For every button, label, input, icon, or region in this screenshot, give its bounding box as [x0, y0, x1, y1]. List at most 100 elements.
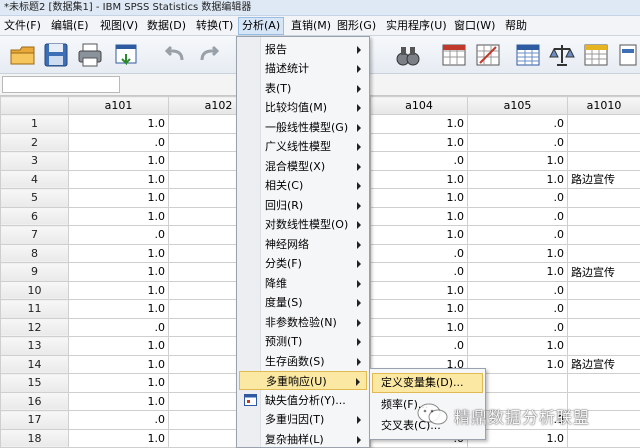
table-cell[interactable]: 1.0 [467, 151, 568, 171]
table-cell[interactable]: 1.0 [370, 225, 468, 245]
analyze-menu-item[interactable]: 度量(S) [239, 293, 367, 312]
table-cell[interactable]: 1.0 [370, 188, 468, 208]
row-number[interactable]: 1 [0, 114, 69, 134]
analyze-menu-item[interactable]: 神经网络 [239, 235, 367, 254]
table-cell[interactable]: 路边宣传 [567, 169, 640, 189]
submenu-define-variable-sets[interactable]: 定义变量集(D)... [372, 373, 483, 393]
table-cell[interactable]: .0 [68, 410, 169, 430]
table-cell[interactable]: 1.0 [370, 280, 468, 300]
table-cell[interactable]: 1.0 [370, 299, 468, 319]
column-header[interactable]: a101 [68, 96, 169, 115]
table-cell[interactable]: .0 [467, 225, 568, 245]
row-number[interactable]: 2 [0, 132, 69, 152]
row-number[interactable]: 14 [0, 354, 69, 374]
cell-reference-input[interactable] [2, 76, 120, 93]
table-cell[interactable]: 1.0 [467, 243, 568, 263]
split-file-icon[interactable] [514, 41, 542, 69]
row-number[interactable]: 3 [0, 151, 69, 171]
table-cell[interactable]: .0 [370, 262, 468, 282]
analyze-menu-item[interactable]: 降维 [239, 274, 367, 293]
row-number[interactable]: 8 [0, 243, 69, 263]
row-number[interactable]: 15 [0, 373, 69, 393]
menu-direct-marketing[interactable]: 直销(M) [288, 17, 334, 35]
row-number[interactable]: 5 [0, 188, 69, 208]
table-cell[interactable]: 1.0 [370, 132, 468, 152]
menu-file[interactable]: 文件(F) [1, 17, 44, 35]
table-cell[interactable] [567, 188, 640, 208]
table-cell[interactable]: .0 [467, 114, 568, 134]
table-cell[interactable]: 1.0 [370, 317, 468, 337]
table-cell[interactable]: 1.0 [370, 206, 468, 226]
analyze-menu-item[interactable]: 分类(F) [239, 254, 367, 273]
table-cell[interactable]: 1.0 [467, 336, 568, 356]
table-cell[interactable]: 1.0 [68, 206, 169, 226]
analyze-menu-item[interactable]: 混合模型(X) [239, 157, 367, 176]
table-cell[interactable]: 1.0 [68, 169, 169, 189]
dialog-recall-icon[interactable] [112, 41, 140, 69]
table-cell[interactable]: 1.0 [68, 262, 169, 282]
table-cell[interactable]: .0 [370, 151, 468, 171]
column-header[interactable]: a105 [467, 96, 568, 115]
analyze-menu-item[interactable]: 多重响应(U) [239, 371, 367, 390]
table-cell[interactable]: .0 [68, 225, 169, 245]
menu-view[interactable]: 视图(V) [97, 17, 141, 35]
table-cell[interactable] [567, 151, 640, 171]
table-cell[interactable] [567, 114, 640, 134]
analyze-menu-item[interactable]: 回归(R) [239, 196, 367, 215]
table-cell[interactable]: 1.0 [68, 280, 169, 300]
analyze-menu-item[interactable]: 缺失值分析(Y)... [239, 391, 367, 410]
table-cell[interactable]: 1.0 [68, 336, 169, 356]
insert-variable-icon[interactable] [474, 41, 502, 69]
find-binoculars-icon[interactable] [394, 41, 422, 69]
table-cell[interactable] [567, 280, 640, 300]
analyze-menu-item[interactable]: 预测(T) [239, 332, 367, 351]
analyze-menu-item[interactable]: 描述统计 [239, 59, 367, 78]
analyze-menu-item[interactable]: 相关(C) [239, 176, 367, 195]
column-header[interactable]: a1010 [567, 96, 640, 115]
weight-cases-icon[interactable] [548, 41, 576, 69]
row-number[interactable]: 12 [0, 317, 69, 337]
menu-utilities[interactable]: 实用程序(U) [383, 17, 450, 35]
table-cell[interactable]: 路边宣传 [567, 262, 640, 282]
table-cell[interactable]: 1.0 [467, 262, 568, 282]
row-number[interactable]: 18 [0, 428, 69, 448]
table-cell[interactable]: .0 [370, 336, 468, 356]
analyze-menu-item[interactable]: 表(T) [239, 79, 367, 98]
undo-icon[interactable] [160, 41, 188, 69]
table-cell[interactable]: 1.0 [68, 188, 169, 208]
row-number[interactable]: 13 [0, 336, 69, 356]
table-cell[interactable]: .0 [68, 132, 169, 152]
print-icon[interactable] [76, 41, 104, 69]
table-cell[interactable] [567, 132, 640, 152]
table-cell[interactable]: .0 [68, 317, 169, 337]
menu-window[interactable]: 窗口(W) [451, 17, 498, 35]
menu-analyze[interactable]: 分析(A) [238, 17, 285, 35]
table-cell[interactable] [567, 317, 640, 337]
analyze-menu-item[interactable]: 非参数检验(N) [239, 313, 367, 332]
table-cell[interactable] [567, 373, 640, 393]
row-number[interactable]: 17 [0, 410, 69, 430]
table-cell[interactable] [567, 336, 640, 356]
save-icon[interactable] [42, 41, 70, 69]
table-cell[interactable]: 1.0 [467, 169, 568, 189]
table-cell[interactable]: 1.0 [68, 391, 169, 411]
table-cell[interactable]: 1.0 [68, 428, 169, 448]
table-cell[interactable]: .0 [467, 299, 568, 319]
row-number[interactable]: 16 [0, 391, 69, 411]
table-cell[interactable] [567, 243, 640, 263]
analyze-menu-item[interactable]: 广义线性模型 [239, 137, 367, 156]
row-number[interactable]: 4 [0, 169, 69, 189]
table-cell[interactable]: .0 [467, 317, 568, 337]
menu-graphs[interactable]: 图形(G) [334, 17, 379, 35]
table-cell[interactable]: 1.0 [68, 114, 169, 134]
analyze-menu-item[interactable]: 复杂抽样(L) [239, 430, 367, 448]
table-cell[interactable] [567, 225, 640, 245]
table-cell[interactable]: 1.0 [68, 243, 169, 263]
redo-icon[interactable] [196, 41, 224, 69]
table-cell[interactable] [567, 206, 640, 226]
analyze-menu-item[interactable]: 比较均值(M) [239, 98, 367, 117]
menu-help[interactable]: 帮助 [502, 17, 530, 35]
value-labels-icon[interactable] [618, 41, 638, 69]
row-number[interactable]: 10 [0, 280, 69, 300]
table-cell[interactable]: 1.0 [68, 299, 169, 319]
